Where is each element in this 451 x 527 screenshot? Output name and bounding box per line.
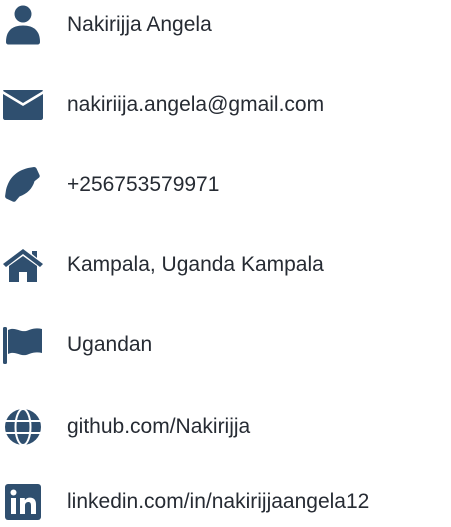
contact-nationality: Ugandan [67,333,153,356]
contact-linkedin-link[interactable]: linkedin.com/in/nakirijjaangela12 [67,477,369,527]
flag-icon [0,320,46,370]
contact-item-name: Nakirijja Angela [0,0,451,50]
contact-email[interactable]: nakiriija.angela@gmail.com [67,80,324,130]
home-icon [0,240,46,290]
contact-address: Kampala, Uganda Kampala [67,253,324,276]
phone-icon [0,160,46,210]
contact-item-address: Kampala, Uganda Kampala [0,240,451,290]
contact-item-phone[interactable]: +256753579971 [0,160,451,210]
contact-item-github[interactable]: github.com/Nakirijja [0,402,451,452]
envelope-icon [0,80,46,130]
contact-item-email[interactable]: nakiriija.angela@gmail.com [0,80,451,130]
contact-list: Nakirijja Angela nakiriija.angela@gmail.… [0,0,451,527]
linkedin-icon [0,477,46,527]
contact-github-link[interactable]: github.com/Nakirijja [67,402,250,452]
contact-item-nationality: Ugandan [0,320,451,370]
contact-item-linkedin[interactable]: linkedin.com/in/nakirijjaangela12 [0,477,451,527]
user-icon [0,0,46,50]
contact-name: Nakirijja Angela [67,13,212,36]
contact-phone[interactable]: +256753579971 [67,160,219,210]
globe-icon [0,402,46,452]
